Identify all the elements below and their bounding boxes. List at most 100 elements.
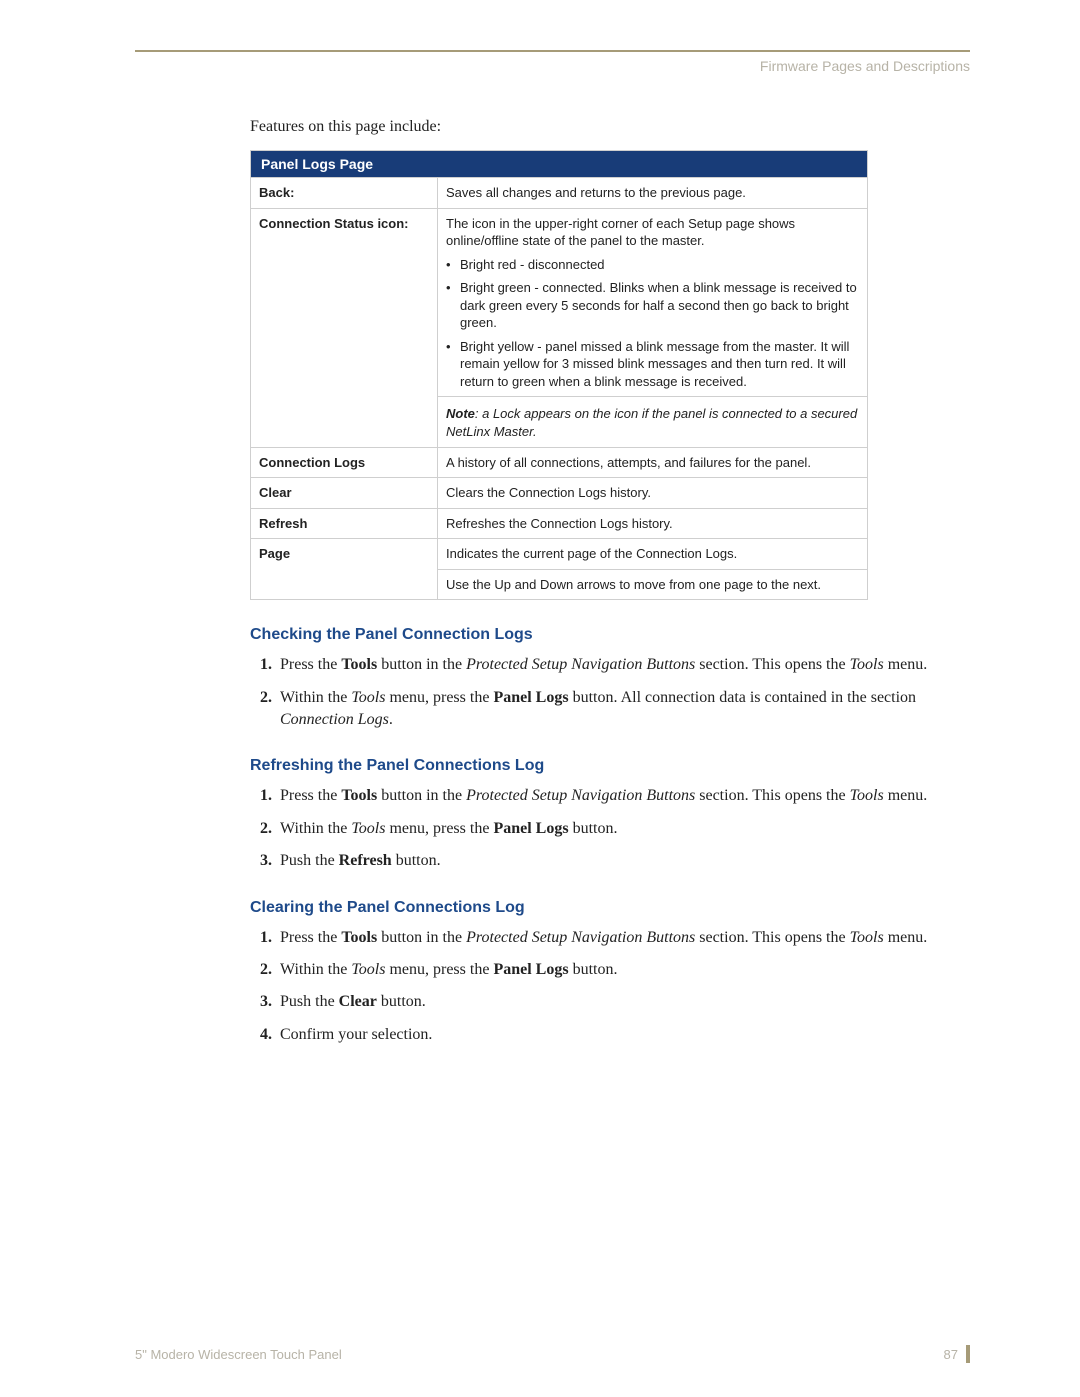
table-title: Panel Logs Page: [251, 151, 868, 178]
row-value: Saves all changes and returns to the pre…: [438, 178, 868, 209]
row-value: The icon in the upper-right corner of ea…: [438, 208, 868, 447]
page-number: 87: [944, 1347, 958, 1362]
text-run: section. This opens the: [695, 787, 849, 804]
italic-run: Tools: [850, 787, 884, 804]
italic-run: Tools: [351, 961, 385, 978]
inner-separator: [438, 396, 867, 397]
step-item: Within the Tools menu, press the Panel L…: [276, 818, 970, 840]
content: Features on this page include: Panel Log…: [250, 118, 970, 1046]
text-run: menu, press the: [385, 820, 493, 837]
table-row: Clear Clears the Connection Logs history…: [251, 478, 868, 509]
bold-run: Refresh: [339, 852, 392, 869]
row-label: Connection Status icon:: [251, 208, 438, 447]
bold-run: Tools: [341, 787, 377, 804]
text-run: menu.: [884, 929, 928, 946]
row-lead: The icon in the upper-right corner of ea…: [446, 215, 859, 250]
row-label: Clear: [251, 478, 438, 509]
step-item: Confirm your selection.: [276, 1024, 970, 1046]
text-run: Press the: [280, 929, 341, 946]
step-item: Within the Tools menu, press the Panel L…: [276, 959, 970, 981]
bold-run: Tools: [341, 656, 377, 673]
note-label: Note: [446, 406, 475, 421]
text-run: Within the: [280, 689, 351, 706]
text-run: Press the: [280, 787, 341, 804]
panel-logs-table: Panel Logs Page Back: Saves all changes …: [250, 150, 868, 600]
italic-run: Connection Logs: [280, 711, 389, 728]
bullet-item: • Bright green - connected. Blinks when …: [446, 279, 859, 332]
text-run: Press the: [280, 656, 341, 673]
section-heading: Clearing the Panel Connections Log: [250, 899, 970, 917]
text-run: menu.: [884, 656, 928, 673]
header-label: Firmware Pages and Descriptions: [760, 58, 970, 74]
text-run: menu, press the: [385, 961, 493, 978]
text-run: button in the: [377, 787, 466, 804]
bullet-text: Bright green - connected. Blinks when a …: [460, 279, 859, 332]
text-run: Within the: [280, 820, 351, 837]
bold-run: Tools: [341, 929, 377, 946]
bullet-icon: •: [446, 279, 460, 332]
steps-list: Press the Tools button in the Protected …: [250, 785, 970, 872]
italic-run: Protected Setup Navigation Buttons: [466, 787, 695, 804]
step-item: Push the Refresh button.: [276, 850, 970, 872]
text-run: Within the: [280, 961, 351, 978]
italic-run: Tools: [351, 689, 385, 706]
header-rule: [135, 50, 970, 52]
steps-list: Press the Tools button in the Protected …: [250, 654, 970, 731]
text-run: button.: [392, 852, 441, 869]
italic-run: Tools: [351, 820, 385, 837]
page-bar-icon: [966, 1345, 970, 1363]
bullet-icon: •: [446, 338, 460, 391]
section-heading: Refreshing the Panel Connections Log: [250, 757, 970, 775]
text-run: section. This opens the: [695, 656, 849, 673]
row-line: Use the Up and Down arrows to move from …: [446, 576, 859, 594]
row-value: A history of all connections, attempts, …: [438, 447, 868, 478]
text-run: button.: [377, 993, 426, 1010]
sections-container: Checking the Panel Connection Logs Press …: [250, 626, 970, 1046]
text-run: menu.: [884, 787, 928, 804]
step-item: Press the Tools button in the Protected …: [276, 654, 970, 676]
row-label: Back:: [251, 178, 438, 209]
row-value: Refreshes the Connection Logs history.: [438, 508, 868, 539]
table-row: Refresh Refreshes the Connection Logs hi…: [251, 508, 868, 539]
row-label: Connection Logs: [251, 447, 438, 478]
italic-run: Tools: [850, 929, 884, 946]
bold-run: Panel Logs: [493, 820, 568, 837]
step-item: Press the Tools button in the Protected …: [276, 927, 970, 949]
document-page: Firmware Pages and Descriptions Features…: [0, 0, 1080, 1397]
text-run: Push the: [280, 993, 339, 1010]
italic-run: Protected Setup Navigation Buttons: [466, 929, 695, 946]
text-run: button. All connection data is contained…: [569, 689, 916, 706]
text-run: Push the: [280, 852, 339, 869]
text-run: button in the: [377, 929, 466, 946]
intro-text: Features on this page include:: [250, 118, 970, 136]
note-line: Note: a Lock appears on the icon if the …: [446, 405, 859, 440]
text-run: menu, press the: [385, 689, 493, 706]
header: Firmware Pages and Descriptions: [135, 50, 970, 78]
bold-run: Panel Logs: [493, 689, 568, 706]
row-label: Refresh: [251, 508, 438, 539]
bold-run: Clear: [339, 993, 377, 1010]
footer-page: 87: [944, 1345, 970, 1363]
footer: 5" Modero Widescreen Touch Panel 87: [135, 1345, 970, 1363]
italic-run: Protected Setup Navigation Buttons: [466, 656, 695, 673]
section-heading: Checking the Panel Connection Logs: [250, 626, 970, 644]
table-row: Back: Saves all changes and returns to t…: [251, 178, 868, 209]
text-run: Confirm your selection.: [280, 1026, 432, 1043]
italic-run: Tools: [850, 656, 884, 673]
bullet-text: Bright yellow - panel missed a blink mes…: [460, 338, 859, 391]
row-value: Indicates the current page of the Connec…: [438, 539, 868, 600]
table-row: Connection Logs A history of all connect…: [251, 447, 868, 478]
row-label: Page: [251, 539, 438, 600]
bullet-icon: •: [446, 256, 460, 274]
table-row: Page Indicates the current page of the C…: [251, 539, 868, 600]
table-row: Connection Status icon: The icon in the …: [251, 208, 868, 447]
text-run: button.: [569, 961, 618, 978]
row-value: Clears the Connection Logs history.: [438, 478, 868, 509]
bold-run: Panel Logs: [493, 961, 568, 978]
steps-list: Press the Tools button in the Protected …: [250, 927, 970, 1047]
text-run: button.: [569, 820, 618, 837]
step-item: Push the Clear button.: [276, 991, 970, 1013]
step-item: Press the Tools button in the Protected …: [276, 785, 970, 807]
bullet-item: • Bright yellow - panel missed a blink m…: [446, 338, 859, 391]
inner-separator: [438, 569, 867, 570]
